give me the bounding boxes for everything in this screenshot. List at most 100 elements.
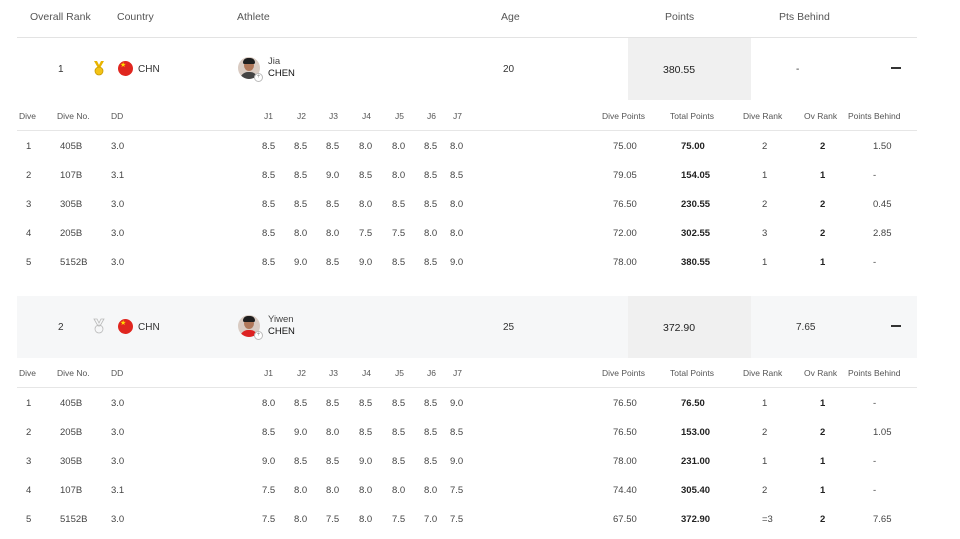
china-flag-icon [118,61,133,76]
athlete-family-name: CHEN [268,326,295,337]
col-total-points-header: Total Points [670,368,714,378]
col-dive-no-header: Dive No. [57,111,90,121]
dive-rank-cell: 1 [762,398,768,409]
dive-no-cell: 405B [60,141,83,152]
j4-cell: 8.0 [359,141,373,152]
dive-no-cell: 5152B [60,257,88,268]
j5-cell: 8.0 [392,485,406,496]
athlete-row[interactable]: 2 CHN + Yiwen CHEN 25 372.90 7.65 [17,296,917,358]
j3-cell: 8.5 [326,398,340,409]
col-j1-header: J1 [264,111,273,121]
total-points-cell: 372.90 [681,514,711,525]
header-points: Points [665,11,695,23]
table-row: 1 405B 3.0 8.5 8.5 8.5 8.0 8.0 8.5 8.0 75.00 75.00 2… [17,131,917,160]
collapse-icon[interactable] [891,325,901,327]
j6-cell: 8.5 [424,199,438,210]
j4-cell: 7.5 [359,228,373,239]
athlete-age: 25 [503,322,515,333]
dive-cell: 5 [26,257,32,268]
j1-cell: 8.5 [262,141,276,152]
dive-no-cell: 205B [60,228,83,239]
total-points-cell: 302.55 [681,228,711,239]
avatar-badge-icon: + [254,73,263,82]
j2-cell: 8.0 [294,514,308,525]
j1-cell: 8.5 [262,427,276,438]
col-j6-header: J6 [427,368,436,378]
total-points-cell: 154.05 [681,170,711,181]
j2-cell: 8.0 [294,485,308,496]
dive-points-cell: 75.00 [613,141,637,152]
j4-cell: 8.5 [359,398,373,409]
j7-cell: 8.5 [450,427,464,438]
points-behind-cell: - [873,398,877,409]
col-total-points-header: Total Points [670,111,714,121]
dive-rank-cell: 2 [762,485,768,496]
j3-cell: 8.5 [326,257,340,268]
j1-cell: 7.5 [262,485,276,496]
dive-rank-cell: =3 [762,514,773,525]
dive-table: Dive Dive No. DD J1 J2 J3 J4 J5 J6 J7 Dive Points T… [17,357,917,533]
col-dive-rank-header: Dive Rank [743,111,783,121]
j7-cell: 8.0 [450,141,464,152]
j4-cell: 8.5 [359,170,373,181]
col-dive-rank-header: Dive Rank [743,368,783,378]
j7-cell: 8.0 [450,199,464,210]
j6-cell: 8.5 [424,398,438,409]
silver-medal-icon [93,318,105,334]
dive-no-cell: 107B [60,485,83,496]
dive-rank-cell: 1 [762,170,768,181]
dive-rank-cell: 2 [762,427,768,438]
j4-cell: 8.0 [359,485,373,496]
col-j5-header: J5 [395,111,404,121]
j3-cell: 7.5 [326,514,340,525]
dive-rank-cell: 2 [762,141,768,152]
col-j7-header: J7 [453,111,462,121]
points-behind-cell: 1.05 [873,427,892,438]
dive-points-cell: 78.00 [613,456,637,467]
table-row: 5 5152B 3.0 8.5 9.0 8.5 9.0 8.5 8.5 9.0 78.00 380.5… [17,247,917,276]
total-points-cell: 230.55 [681,199,711,210]
j6-cell: 8.5 [424,456,438,467]
ov-rank-cell: 2 [820,228,826,239]
athlete-country: CHN [138,322,160,333]
j5-cell: 8.5 [392,257,406,268]
dd-cell: 3.0 [111,514,125,525]
athlete-row[interactable]: 1 CHN + Jia CHEN 20 380.55 - [17,38,917,100]
col-j1-header: J1 [264,368,273,378]
athlete-age: 20 [503,64,515,75]
total-points-cell: 75.00 [681,141,705,152]
j2-cell: 8.5 [294,456,308,467]
j7-cell: 7.5 [450,514,464,525]
table-row: 2 107B 3.1 8.5 8.5 9.0 8.5 8.0 8.5 8.5 79.05 154.05… [17,160,917,189]
j3-cell: 8.0 [326,427,340,438]
col-points-behind-header: Points Behind [848,111,901,121]
athlete-points: 372.90 [663,322,696,334]
dive-points-cell: 79.05 [613,170,637,181]
dd-cell: 3.0 [111,141,125,152]
table-row: 3 305B 3.0 8.5 8.5 8.5 8.0 8.5 8.5 8.0 76.50 230.55… [17,189,917,218]
j5-cell: 8.5 [392,456,406,467]
j6-cell: 8.5 [424,257,438,268]
j1-cell: 8.5 [262,257,276,268]
j6-cell: 7.0 [424,514,438,525]
header-age: Age [501,11,520,23]
ov-rank-cell: 2 [820,427,826,438]
total-points-cell: 380.55 [681,257,711,268]
dive-points-cell: 67.50 [613,514,637,525]
dive-no-cell: 405B [60,398,83,409]
j1-cell: 8.5 [262,170,276,181]
col-dive-points-header: Dive Points [602,111,645,121]
j3-cell: 8.0 [326,485,340,496]
j2-cell: 9.0 [294,427,308,438]
j3-cell: 8.5 [326,456,340,467]
col-j7-header: J7 [453,368,462,378]
dive-table-header: Dive Dive No. DD J1 J2 J3 J4 J5 J6 J7 Dive Points T… [17,100,917,131]
points-behind-cell: - [873,456,877,467]
collapse-icon[interactable] [891,67,901,69]
j4-cell: 8.0 [359,514,373,525]
table-row: 1 405B 3.0 8.0 8.5 8.5 8.5 8.5 8.5 9.0 76.50 76.50 1… [17,388,917,417]
j1-cell: 8.5 [262,228,276,239]
j2-cell: 8.5 [294,398,308,409]
j1-cell: 8.5 [262,199,276,210]
j7-cell: 8.0 [450,228,464,239]
